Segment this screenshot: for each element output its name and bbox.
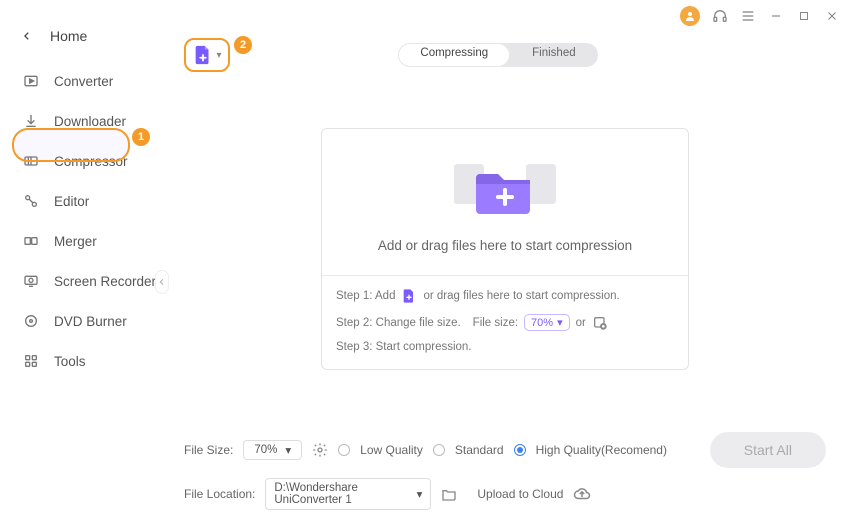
radio-high-quality[interactable]	[514, 444, 526, 456]
filesize-value: 70%	[254, 444, 277, 456]
filesize-mini-select[interactable]: 70% ▾	[524, 314, 570, 331]
step1-prefix: Step 1: Add	[336, 290, 395, 302]
file-location-value: D:\Wondershare UniConverter 1	[274, 482, 416, 506]
sidebar-item-tools[interactable]: Tools	[0, 344, 160, 378]
file-location-select[interactable]: D:\Wondershare UniConverter 1▾	[265, 478, 431, 510]
folder-add-icon	[450, 152, 560, 224]
add-file-mini-icon[interactable]	[401, 288, 417, 304]
sidebar-item-label: Merger	[54, 234, 97, 249]
sidebar-item-compressor[interactable]: Compressor	[0, 144, 160, 178]
sidebar-item-converter[interactable]: Converter	[0, 64, 160, 98]
dropzone[interactable]: Add or drag files here to start compress…	[321, 128, 689, 370]
step3-text: Step 3: Start compression.	[336, 341, 472, 353]
tab-compressing[interactable]: Compressing	[398, 43, 510, 67]
sidebar-item-label: Converter	[54, 74, 113, 89]
sidebar-item-label: Screen Recorder	[54, 274, 156, 289]
sidebar-item-label: Compressor	[54, 154, 128, 169]
sidebar-item-screen-recorder[interactable]: Screen Recorder	[0, 264, 160, 298]
back-icon	[22, 31, 32, 41]
recorder-icon	[22, 272, 40, 290]
sidebar-item-label: Tools	[54, 354, 86, 369]
chevron-down-icon: ▾	[417, 487, 423, 501]
filesize-select[interactable]: 70% ▾	[243, 440, 302, 460]
sidebar-item-editor[interactable]: Editor	[0, 184, 160, 218]
sidebar-item-dvd-burner[interactable]: DVD Burner	[0, 304, 160, 338]
step2-or: or	[576, 317, 586, 329]
settings-mini-icon[interactable]	[592, 315, 608, 331]
step-1: Step 1: Add or drag files here to start …	[336, 288, 674, 304]
gear-icon[interactable]	[312, 442, 328, 458]
chevron-down-icon: ▾	[557, 316, 563, 329]
start-all-button[interactable]: Start All	[710, 432, 826, 468]
converter-icon	[22, 72, 40, 90]
downloader-icon	[22, 112, 40, 130]
file-location-label: File Location:	[184, 487, 255, 501]
home-button[interactable]: Home	[0, 22, 160, 64]
footer: File Size: 70% ▾ Low Quality Standard Hig…	[184, 404, 826, 510]
step2-prefix: Step 2: Change file size.	[336, 317, 461, 329]
open-folder-icon[interactable]	[441, 486, 457, 502]
dropzone-headline: Add or drag files here to start compress…	[378, 238, 632, 253]
dvd-icon	[22, 312, 40, 330]
chevron-down-icon: ▾	[216, 50, 221, 61]
radio-low-quality[interactable]	[338, 444, 350, 456]
upload-cloud-label: Upload to Cloud	[477, 487, 563, 501]
add-file-icon	[192, 44, 214, 66]
sidebar-item-label: Downloader	[54, 114, 126, 129]
sidebar-item-label: Editor	[54, 194, 89, 209]
home-label: Home	[50, 28, 87, 44]
low-quality-label: Low Quality	[360, 443, 423, 457]
step1-suffix: or drag files here to start compression.	[423, 290, 619, 302]
chevron-down-icon: ▾	[285, 443, 291, 457]
radio-standard[interactable]	[433, 444, 445, 456]
compressor-icon	[22, 152, 40, 170]
filesize-label: File Size:	[184, 443, 233, 457]
add-file-button[interactable]: ▾ 2	[184, 38, 230, 72]
tab-finished[interactable]: Finished	[510, 43, 597, 67]
status-tabs: Compressing Finished	[398, 43, 597, 67]
callout-badge-1: 1	[132, 128, 150, 146]
step2-label: File size:	[473, 317, 518, 329]
step-2: Step 2: Change file size. File size: 70%…	[336, 314, 674, 331]
high-quality-label: High Quality(Recomend)	[536, 443, 667, 457]
sidebar-item-merger[interactable]: Merger	[0, 224, 160, 258]
editor-icon	[22, 192, 40, 210]
cloud-upload-icon[interactable]	[573, 485, 591, 503]
merger-icon	[22, 232, 40, 250]
sidebar-item-label: DVD Burner	[54, 314, 127, 329]
step-3: Step 3: Start compression.	[336, 341, 674, 353]
filesize-mini-value: 70%	[531, 317, 553, 329]
main-panel: ▾ 2 Compressing Finished Add or drag fil…	[160, 0, 850, 522]
standard-label: Standard	[455, 443, 504, 457]
tools-icon	[22, 352, 40, 370]
sidebar: Home Converter Downloader Compressor Edi…	[0, 0, 160, 522]
callout-badge-2: 2	[234, 36, 252, 54]
